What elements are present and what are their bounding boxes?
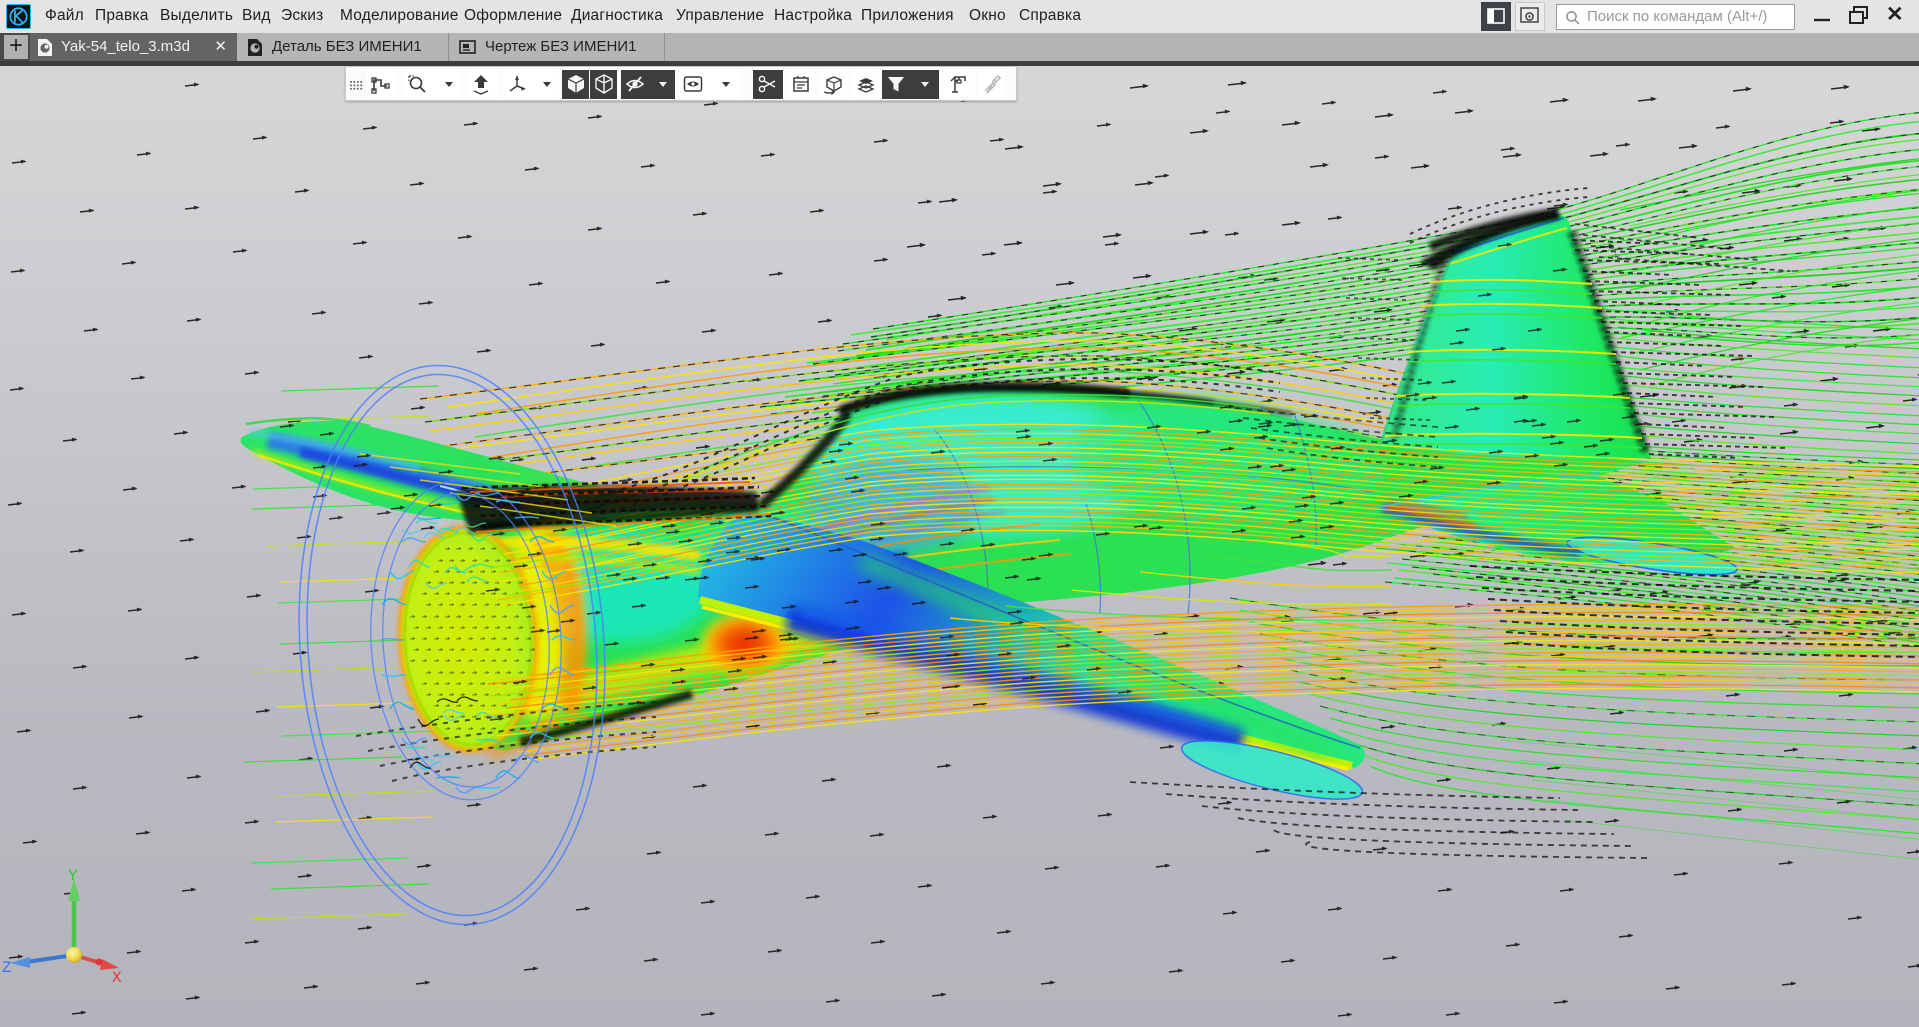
svg-text:X: X [112,969,122,987]
svg-text:Y: Y [68,867,78,885]
svg-text:Z: Z [2,959,12,977]
